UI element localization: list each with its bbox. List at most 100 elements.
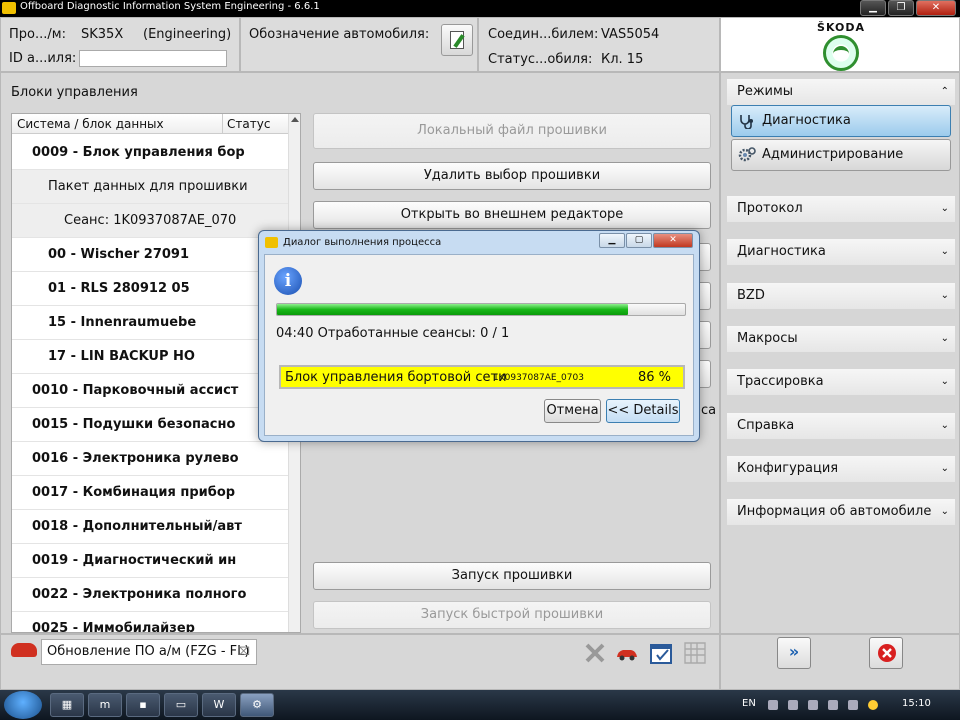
details-button[interactable]: << Details <box>606 399 680 423</box>
tree-row[interactable]: 17 - LIN BACKUP HO <box>12 340 288 374</box>
sidebar-section-label: Диагностика <box>737 244 826 260</box>
taskbar-app-terminal[interactable]: ▭ <box>164 693 198 717</box>
sidebar-section[interactable]: Информация об автомобиле ⌄ <box>727 499 955 526</box>
tree-row[interactable]: 00 - Wischer 27091 <box>12 238 288 272</box>
sidebar-section[interactable]: Конфигурация ⌄ <box>727 455 955 482</box>
vehicle-label: Обозначение автомобиля: <box>249 27 430 42</box>
tab-label: Обновление ПО а/м (FZG - FL) <box>47 644 250 659</box>
tree-row[interactable]: 0017 - Комбинация прибор <box>12 476 288 510</box>
connection-label: Соедин...билем: <box>488 27 599 42</box>
tray-usb-icon[interactable] <box>828 700 838 710</box>
collapse-icon: ⌃ <box>940 86 949 97</box>
taskbar-app-floppy[interactable]: ▪ <box>126 693 160 717</box>
checklist-icon[interactable] <box>649 641 673 665</box>
connection-panel: Соедин...билем: VAS5054 Статус...обиля: … <box>478 17 720 72</box>
expand-icon: ⌄ <box>940 332 949 344</box>
cancel-button[interactable]: Отмена <box>544 399 601 423</box>
sidebar-section[interactable]: Справка ⌄ <box>727 412 955 439</box>
tab-close-icon[interactable]: ⌧ <box>237 640 250 664</box>
window-title: Offboard Diagnostic Information System E… <box>20 1 320 12</box>
column-status[interactable]: Статус <box>222 114 270 134</box>
sessions-count: Отработанные сеансы: 0 / 1 <box>317 326 510 341</box>
close-circle-icon <box>878 644 896 662</box>
tree-row[interactable]: Сеанс: 1K0937087AE_070 <box>12 204 288 238</box>
sidebar: Режимы ⌃ Диагностика Администрирование П… <box>720 72 960 634</box>
column-system[interactable]: Система / блок данных <box>17 117 164 131</box>
stethoscope-icon <box>740 115 753 129</box>
sidebar-section[interactable]: BZD ⌄ <box>727 282 955 309</box>
start-flash-button[interactable]: Запуск прошивки <box>313 562 711 590</box>
tray-network-icon[interactable] <box>788 700 798 710</box>
local-file-button[interactable]: Локальный файл прошивки <box>313 113 711 149</box>
tree-row[interactable]: 0019 - Диагностический ин <box>12 544 288 578</box>
process-dialog: Диалог выполнения процесса ▁ ▢ ✕ i 04:40… <box>258 230 700 442</box>
double-chevron-right-icon: » <box>788 642 800 661</box>
exit-button[interactable] <box>869 637 903 669</box>
tree-row[interactable]: 0016 - Электроника рулево <box>12 442 288 476</box>
vehicle-icon[interactable] <box>615 641 639 665</box>
scroll-up-icon[interactable] <box>291 117 299 122</box>
sidebar-section[interactable]: Диагностика ⌄ <box>727 239 955 266</box>
dialog-app-icon <box>265 237 278 248</box>
clock[interactable]: 15:10 <box>902 698 931 709</box>
tree-row[interactable]: 0009 - Блок управления бор <box>12 136 288 170</box>
taskbar-odis[interactable]: ⚙ <box>240 693 274 717</box>
taskbar-app-m[interactable]: m <box>88 693 122 717</box>
language-indicator[interactable]: EN <box>742 698 756 709</box>
tray-volume-icon[interactable] <box>848 700 858 710</box>
tray-smiley-icon[interactable] <box>868 700 878 710</box>
restore-icon[interactable]: ❐ <box>888 0 914 16</box>
tree-row[interactable]: 0018 - Дополнительный/авт <box>12 510 288 544</box>
tree-row[interactable]: 0010 - Парковочный ассист <box>12 374 288 408</box>
sidebar-section[interactable]: Трассировка ⌄ <box>727 369 955 396</box>
tree-row[interactable]: Пакет данных для прошивки <box>12 170 288 204</box>
sidebar-section-label: Конфигурация <box>737 460 839 476</box>
open-external-editor-button[interactable]: Открыть во внешнем редакторе <box>313 201 711 229</box>
tree-row[interactable]: 15 - Innenraumuebe <box>12 306 288 340</box>
close-icon[interactable]: ✕ <box>916 0 956 16</box>
taskbar-explorer[interactable]: ▦ <box>50 693 84 717</box>
forward-button[interactable]: » <box>777 637 811 669</box>
sidebar-section[interactable]: Макросы ⌄ <box>727 325 955 352</box>
id-field[interactable] <box>79 50 227 67</box>
tree-row[interactable]: 0022 - Электроника полного <box>12 578 288 612</box>
start-button[interactable] <box>4 691 42 719</box>
sidebar-section-label: Информация об автомобиле <box>737 504 932 520</box>
minimize-icon[interactable]: ▁ <box>860 0 886 16</box>
expand-icon: ⌄ <box>940 506 949 518</box>
progress-status: 04:40 Отработанные сеансы: 0 / 1 <box>276 326 509 341</box>
sidebar-section-label: Макросы <box>737 330 798 346</box>
connection-value: VAS5054 <box>601 27 660 42</box>
start-quick-flash-button[interactable]: Запуск быстрой прошивки <box>313 601 711 629</box>
sidebar-section[interactable]: Протокол ⌄ <box>727 196 955 222</box>
sidebar-section-label: BZD <box>737 287 765 303</box>
modes-header[interactable]: Режимы ⌃ <box>727 79 955 105</box>
tools-icon[interactable] <box>583 641 607 665</box>
profile-panel: Про.../м: SK35X (Engineering) ID а...иля… <box>0 17 240 72</box>
tray-device-icon[interactable] <box>808 700 818 710</box>
taskbar-app-word[interactable]: W <box>202 693 236 717</box>
info-icon: i <box>274 267 302 295</box>
expand-icon: ⌄ <box>940 462 949 474</box>
tray-arrow-icon[interactable] <box>768 700 778 710</box>
diagnostics-mode-button[interactable]: Диагностика <box>731 105 951 137</box>
administration-mode-button[interactable]: Администрирование <box>731 139 951 171</box>
status-label: Статус...обиля: <box>488 52 593 67</box>
diagnostics-mode-label: Диагностика <box>762 113 851 128</box>
expand-icon: ⌄ <box>940 246 949 258</box>
delete-selection-button[interactable]: Удалить выбор прошивки <box>313 162 711 190</box>
progress-fill <box>277 304 628 315</box>
tree-row[interactable]: 01 - RLS 280912 05 <box>12 272 288 306</box>
edit-vehicle-button[interactable] <box>441 24 473 56</box>
tree-row[interactable]: 0025 - Иммобилайзер <box>12 612 288 632</box>
sidebar-section-label: Трассировка <box>737 374 824 390</box>
tab-software-update[interactable]: Обновление ПО а/м (FZG - FL) ⌧ <box>41 639 257 665</box>
dialog-maximize-icon[interactable]: ▢ <box>626 233 652 248</box>
panel-title: Блоки управления <box>11 85 138 100</box>
grid-icon[interactable] <box>683 641 707 665</box>
dialog-minimize-icon[interactable]: ▁ <box>599 233 625 248</box>
dialog-close-icon[interactable]: ✕ <box>653 233 693 248</box>
app-icon <box>2 2 16 14</box>
current-module-row: Блок управления бортовой сети 1K0937087A… <box>279 365 685 389</box>
tree-row[interactable]: 0015 - Подушки безопасно <box>12 408 288 442</box>
